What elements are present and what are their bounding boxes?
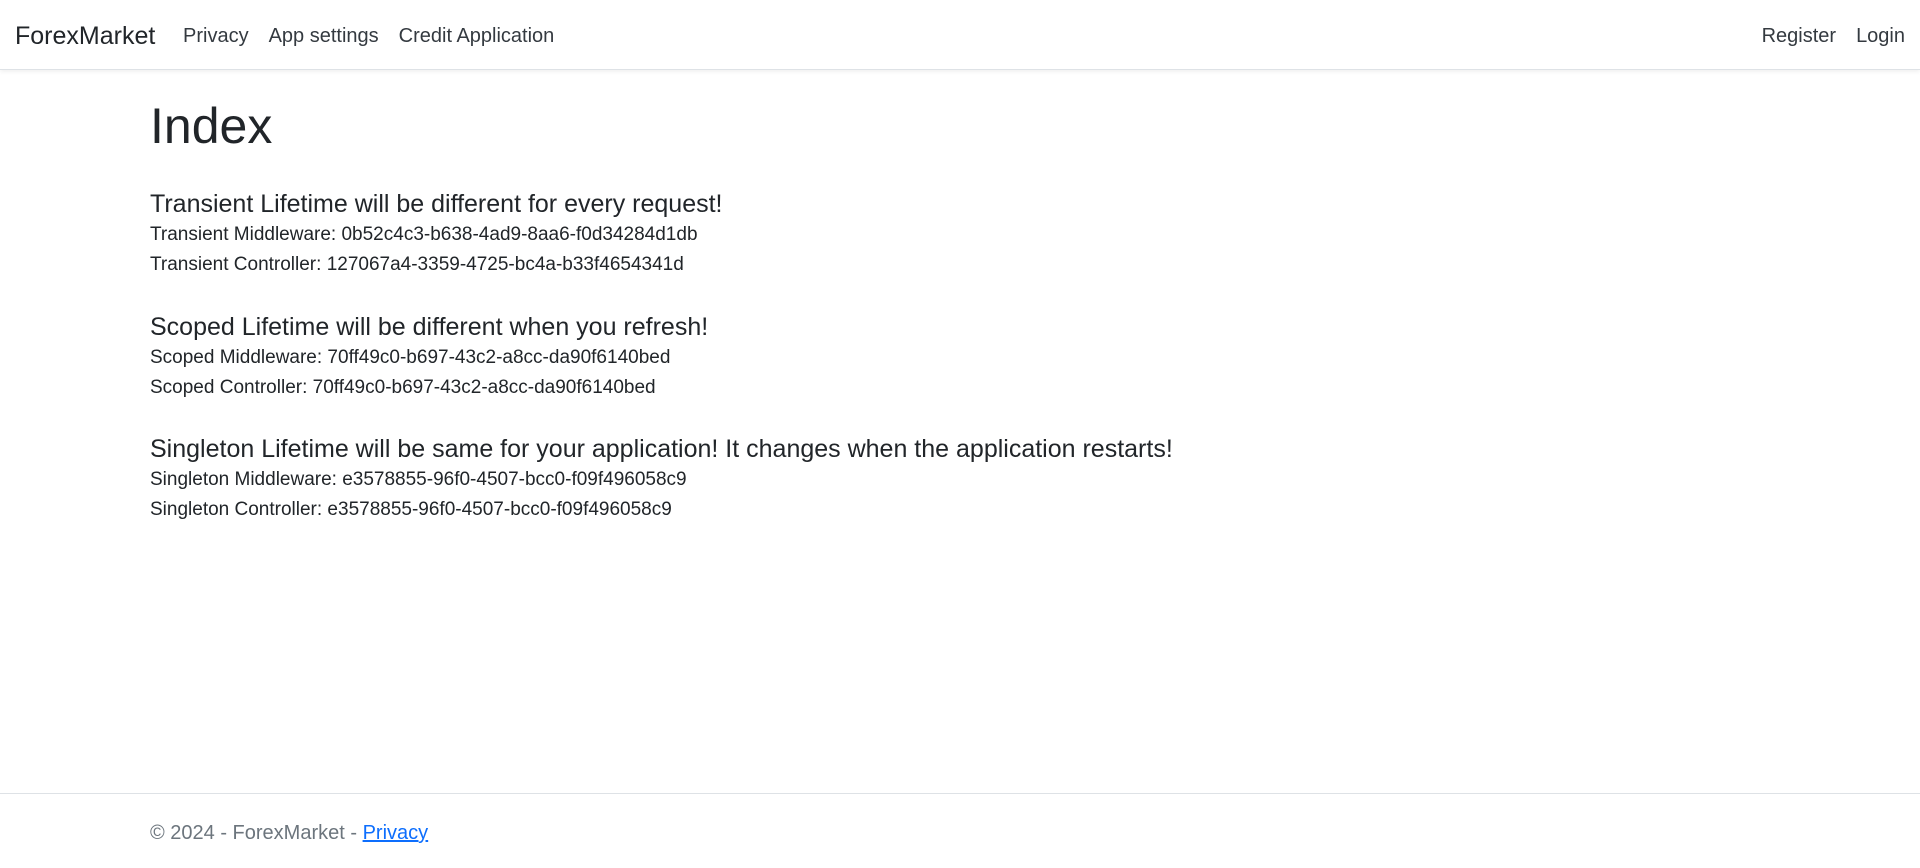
top-navbar: ForexMarket Privacy App settings Credit … bbox=[0, 0, 1920, 70]
page-title: Index bbox=[150, 98, 273, 154]
register-link[interactable]: Register bbox=[1762, 23, 1836, 49]
section-line: Scoped Middleware: 70ff49c0-b697-43c2-a8… bbox=[150, 347, 671, 368]
transient-section: Transient Lifetime will be different for… bbox=[150, 188, 723, 280]
footer-privacy-link[interactable]: Privacy bbox=[363, 822, 429, 844]
section-line: Scoped Controller: 70ff49c0-b697-43c2-a8… bbox=[150, 377, 656, 398]
section-heading: Scoped Lifetime will be different when y… bbox=[150, 313, 709, 341]
account-nav: Register Login bbox=[1762, 23, 1905, 49]
main-nav: Privacy App settings Credit Application bbox=[183, 23, 554, 49]
singleton-section: Singleton Lifetime will be same for your… bbox=[150, 433, 1173, 525]
section-line: Singleton Middleware: e3578855-96f0-4507… bbox=[150, 469, 687, 490]
nav-link-privacy[interactable]: Privacy bbox=[183, 23, 249, 49]
section-line: Singleton Controller: e3578855-96f0-4507… bbox=[150, 499, 672, 520]
nav-link-app-settings[interactable]: App settings bbox=[269, 23, 379, 49]
nav-link-credit-application[interactable]: Credit Application bbox=[399, 23, 555, 49]
section-line: Transient Controller: 127067a4-3359-4725… bbox=[150, 254, 684, 275]
section-line: Transient Middleware: 0b52c4c3-b638-4ad9… bbox=[150, 224, 698, 245]
section-heading: Singleton Lifetime will be same for your… bbox=[150, 435, 1173, 463]
footer-text: © 2024 - ForexMarket - Privacy bbox=[150, 820, 428, 846]
section-heading: Transient Lifetime will be different for… bbox=[150, 190, 723, 218]
brand-link[interactable]: ForexMarket bbox=[15, 21, 155, 51]
footer-copyright: © 2024 - ForexMarket - bbox=[150, 822, 363, 844]
page-footer: © 2024 - ForexMarket - Privacy bbox=[0, 793, 1920, 868]
login-link[interactable]: Login bbox=[1856, 23, 1905, 49]
scoped-section: Scoped Lifetime will be different when y… bbox=[150, 311, 708, 403]
